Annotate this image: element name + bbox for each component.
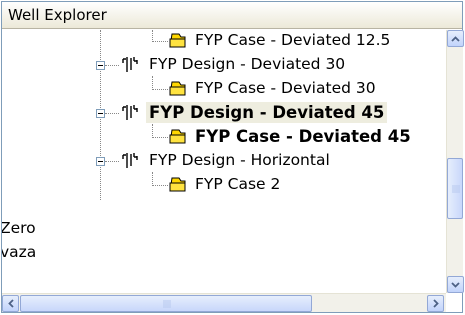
tree-item-label: FYP Case - Deviated 12.5 [195, 31, 391, 49]
tree-item-label: FYP Case - Deviated 30 [195, 79, 376, 97]
scroll-up-button[interactable] [447, 30, 464, 47]
panel-titlebar: Well Explorer [2, 2, 462, 29]
horizontal-scroll-thumb[interactable] [20, 295, 312, 312]
scroll-right-button[interactable] [427, 295, 444, 312]
tree-item-label: FYP Design - Deviated 30 [149, 55, 346, 73]
well-design-icon [122, 57, 138, 72]
folder-case-icon [169, 81, 186, 96]
collapse-toggle-icon[interactable] [96, 157, 105, 166]
arrow-left-icon [7, 299, 14, 308]
tree-item-case[interactable]: FYP Case - Deviated 30 [2, 78, 446, 102]
arrow-right-icon [432, 299, 439, 308]
grip-icon [452, 185, 460, 193]
tree-item-case[interactable]: FYP Case 2 [2, 174, 446, 198]
tree-item-design[interactable]: FYP Design - Horizontal [2, 150, 446, 174]
well-design-icon [122, 105, 138, 120]
tree-item-design-selected[interactable]: FYP Design - Deviated 45 [2, 102, 446, 126]
well-tree[interactable]: FYP Case - Deviated 12.5 FYP Design - De… [2, 30, 446, 292]
tree-item-label: FYP Case 2 [195, 175, 281, 193]
tree-item-design[interactable]: FYP Design - Deviated 30 [2, 54, 446, 78]
vertical-scrollbar[interactable] [446, 30, 464, 293]
collapse-toggle-icon[interactable] [96, 109, 105, 118]
tree-item-label: FYP Design - Deviated 45 [146, 102, 388, 123]
grip-icon [163, 300, 171, 308]
well-design-icon [122, 153, 138, 168]
arrow-up-icon [451, 35, 460, 42]
vertical-scroll-thumb[interactable] [447, 158, 463, 219]
panel-title: Well Explorer [8, 6, 107, 24]
tree-item-label: FYP Design - Horizontal [149, 151, 330, 169]
collapse-toggle-icon[interactable] [96, 61, 105, 70]
arrow-down-icon [451, 281, 460, 288]
well-explorer-panel: Well Explorer FYP Case - Deviated 12.5 F… [1, 1, 464, 313]
tree-item-label: Zero [2, 219, 36, 237]
folder-case-icon [169, 33, 186, 48]
tree-item-root[interactable]: vaza [2, 242, 446, 266]
horizontal-scrollbar[interactable] [2, 293, 446, 312]
scroll-left-button[interactable] [2, 295, 19, 312]
tree-item-root[interactable]: Zero [2, 218, 446, 242]
folder-case-icon [169, 177, 186, 192]
tree-item-case[interactable]: FYP Case - Deviated 12.5 [2, 30, 446, 54]
tree-item-case[interactable]: FYP Case - Deviated 45 [2, 126, 446, 150]
folder-case-icon [169, 129, 186, 144]
tree-item-label: FYP Case - Deviated 45 [195, 127, 411, 146]
tree-item-label: vaza [2, 243, 37, 261]
scroll-down-button[interactable] [447, 276, 464, 293]
